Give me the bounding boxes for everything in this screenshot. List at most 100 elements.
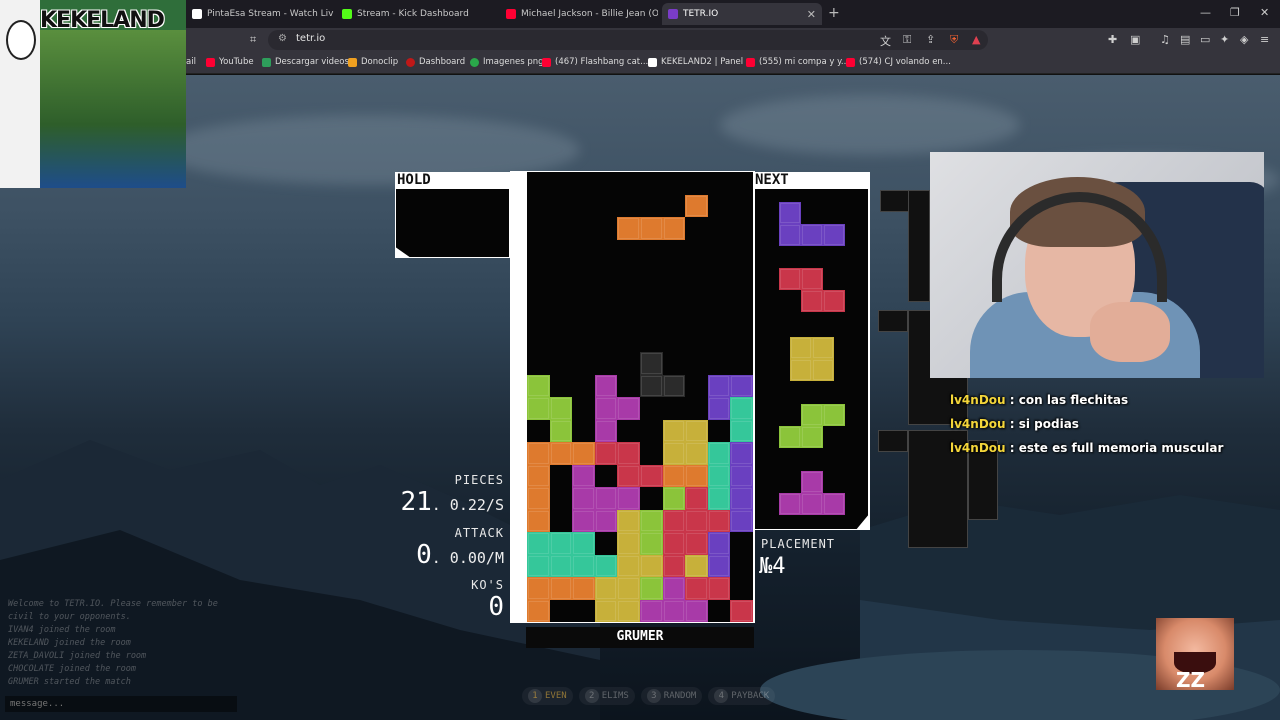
mode-tab-elims[interactable]: 2 ELIMS: [578, 687, 635, 705]
minimize-button[interactable]: —: [1200, 6, 1211, 19]
youtube-icon: [746, 57, 755, 67]
attack-rate: . 0.00/M: [431, 549, 504, 567]
menu-icon[interactable]: ≡: [1260, 33, 1269, 46]
emote-overlay: ZZ: [1156, 618, 1234, 692]
board-block: [640, 464, 663, 487]
chat-text: con las flechitas: [1018, 393, 1129, 407]
sidebar-icon[interactable]: ▤: [1180, 33, 1190, 46]
pieces-label: PIECES: [454, 473, 504, 487]
chat-text: si podias: [1018, 417, 1079, 431]
board-block: [572, 442, 595, 465]
donoclip-icon: [348, 57, 357, 67]
media-icon[interactable]: ♫: [1160, 33, 1170, 46]
board-block: [572, 487, 595, 510]
vpn-icon[interactable]: ◈: [1240, 33, 1248, 46]
wallet-card-icon[interactable]: ▭: [1200, 33, 1210, 46]
board-block: [549, 577, 573, 600]
chat-log-line: IVAN4 joined the room: [8, 625, 116, 635]
bookmark-item[interactable]: (555) mi compa y y...: [746, 57, 849, 67]
leo-icon[interactable]: ✦: [1220, 33, 1229, 46]
board-block: [685, 554, 708, 577]
youtube-icon: [846, 57, 855, 67]
board-block: [594, 442, 618, 465]
opponent-board[interactable]: [880, 190, 910, 212]
bookmark-label: Donoclip: [361, 57, 399, 67]
board-block: [640, 352, 663, 375]
translate-icon[interactable]: 文: [880, 33, 891, 49]
board-block: [730, 419, 753, 442]
board-block: [640, 509, 663, 532]
close-tab-icon[interactable]: ✕: [807, 8, 816, 21]
site-settings-icon[interactable]: ⚙: [278, 33, 287, 44]
board-block: [730, 487, 753, 510]
board-block: [662, 442, 686, 465]
board-block: [572, 532, 595, 555]
player-name: GRUMER: [526, 627, 754, 648]
key-icon[interactable]: ⚿: [903, 33, 911, 47]
board-block: [527, 554, 550, 577]
board-block: [662, 554, 686, 577]
close-window-button[interactable]: ✕: [1260, 6, 1269, 19]
next-piece-block: [801, 493, 823, 515]
mode-label: RANDOM: [663, 691, 697, 701]
board-block: [640, 577, 663, 600]
bookmark-item[interactable]: Descargar videos: [262, 57, 349, 67]
board-block: [730, 464, 753, 487]
bookmark-item[interactable]: (574) CJ volando en...: [846, 57, 951, 67]
next-piece-block: [801, 471, 823, 493]
opponent-board[interactable]: [908, 190, 930, 302]
board-block: [527, 599, 550, 622]
board-block: [549, 397, 573, 420]
brave-shield-icon[interactable]: ⛨: [950, 33, 958, 47]
wallet-icon[interactable]: ▣: [1130, 33, 1140, 46]
kick-icon: [342, 9, 352, 19]
board-block: [549, 554, 573, 577]
bookmark-item[interactable]: ail: [186, 57, 196, 67]
tab-youtube-video[interactable]: Michael Jackson - Billie Jean (Official: [500, 3, 658, 25]
share-icon[interactable]: ⇪: [926, 33, 935, 46]
board-block: [640, 554, 663, 577]
bookmark-item[interactable]: YouTube: [206, 57, 254, 67]
board-block: [707, 374, 731, 397]
next-piece-block: [801, 404, 823, 426]
board-block: [527, 464, 550, 487]
mode-tab-even[interactable]: 1 EVEN: [522, 687, 573, 705]
board-block: [730, 442, 753, 465]
board-block: [685, 599, 708, 622]
bookmark-icon[interactable]: ⌗: [250, 33, 256, 47]
bookmark-item[interactable]: Donoclip: [348, 57, 398, 67]
board-block: [707, 397, 731, 420]
opponent-board[interactable]: [878, 310, 908, 332]
emote-zz: ZZ: [1176, 668, 1206, 692]
chat-input[interactable]: [5, 696, 237, 712]
board-block: [707, 532, 731, 555]
board-block: [662, 464, 686, 487]
next-piece-block: [779, 224, 801, 246]
pieces-rate: . 0.22/S: [431, 496, 504, 514]
mode-tab-random[interactable]: 3 RANDOM: [640, 687, 703, 705]
tab-pintaesa[interactable]: PintaEsa Stream - Watch Live on: [186, 3, 334, 25]
restore-button[interactable]: ❐: [1230, 6, 1240, 19]
browser-toolbar: ⌗ ⚙ tetr.io 文 ⚿ ⇪ ⛨ ▲ ✚ ▣ ♫ ▤ ▭ ✦ ◈ ≡: [0, 28, 1280, 52]
tab-title: PintaEsa Stream - Watch Live on: [207, 9, 334, 19]
tab-favicon-icon: [192, 9, 202, 19]
opponent-board[interactable]: [878, 430, 908, 452]
tab-tetrio[interactable]: TETR.IO ✕: [662, 3, 822, 25]
brave-rewards-icon[interactable]: ▲: [972, 33, 980, 46]
new-tab-button[interactable]: +: [828, 5, 840, 21]
tab-kick-dashboard[interactable]: Stream - Kick Dashboard: [336, 3, 496, 25]
bookmark-item[interactable]: (467) Flashbang cat...: [542, 57, 648, 67]
mode-label: PAYBACK: [731, 691, 770, 701]
board-block: [594, 374, 618, 397]
bookmark-label: ail: [186, 57, 196, 67]
bookmark-item[interactable]: Dashboard: [406, 57, 465, 67]
chat-text: este es full memoria muscular: [1018, 441, 1224, 455]
browser-tab-bar: PintaEsa Stream - Watch Live on Stream -…: [0, 0, 1280, 28]
mode-tab-payback[interactable]: 4 PAYBACK: [708, 687, 776, 705]
panel-icon: [648, 57, 657, 67]
kekeland-logo: KEKELAND: [40, 8, 165, 33]
mode-number: 1: [528, 689, 542, 703]
bookmark-item[interactable]: KEKELAND2 | Panel: [648, 57, 743, 67]
extensions-icon[interactable]: ✚: [1108, 33, 1117, 46]
bookmark-item[interactable]: Imagenes png: [470, 57, 544, 67]
